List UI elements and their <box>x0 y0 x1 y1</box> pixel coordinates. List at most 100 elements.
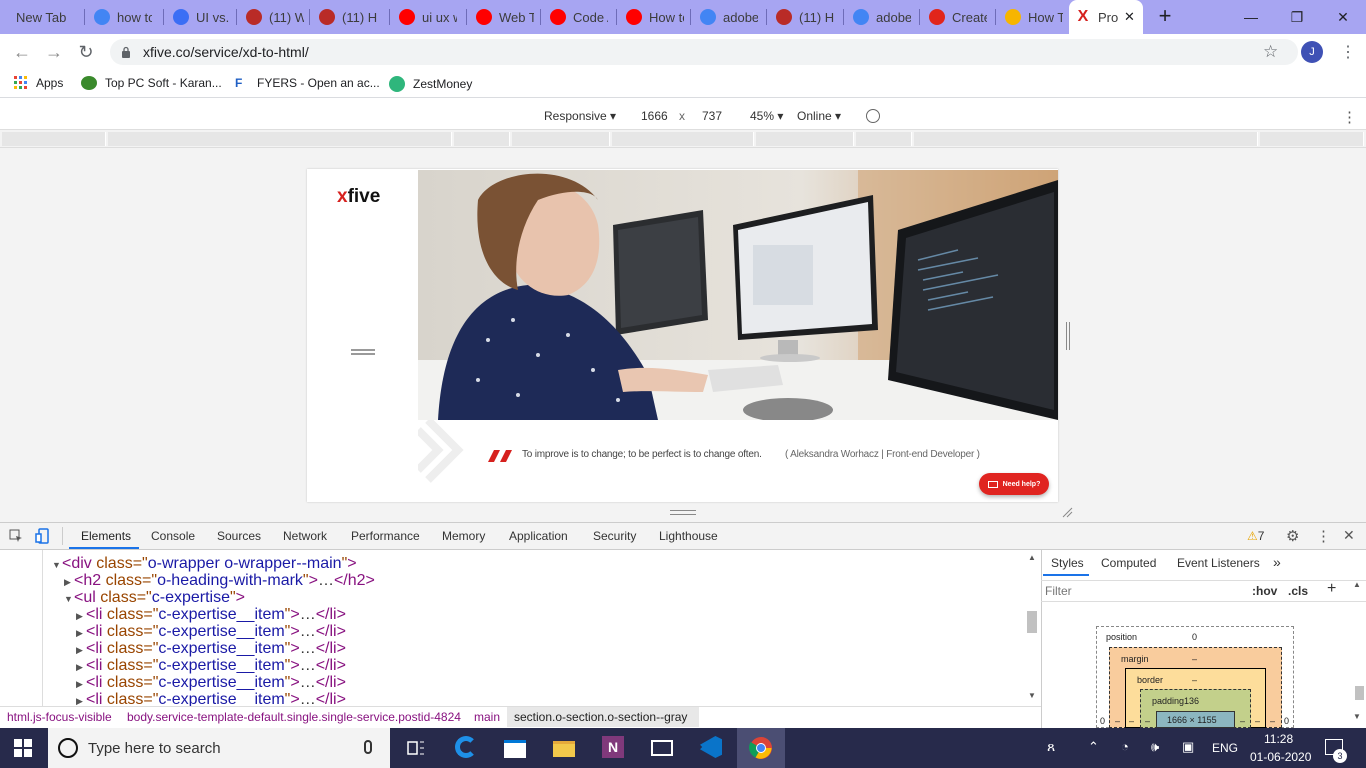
windows-start-icon[interactable] <box>14 739 32 757</box>
devtools-tab-application[interactable]: Application <box>509 529 568 543</box>
height-input[interactable]: 737 <box>702 109 722 123</box>
browser-tab[interactable]: How T <box>999 0 1069 34</box>
browser-tab[interactable]: (11) W <box>240 0 310 34</box>
edge-browser-icon[interactable] <box>455 736 479 760</box>
dom-node[interactable]: ▼<div class="o-wrapper o-wrapper--main"> <box>52 555 357 572</box>
media-query-segment[interactable] <box>612 132 754 146</box>
devtools-tab-console[interactable]: Console <box>151 529 195 543</box>
devtools-tab-security[interactable]: Security <box>593 529 636 543</box>
browser-tab[interactable]: adobe <box>847 0 917 34</box>
volume-icon[interactable]: 🕪 <box>1151 739 1159 755</box>
viewport-resize-handle-bottom[interactable] <box>670 510 696 515</box>
devtools-tab-performance[interactable]: Performance <box>351 529 420 543</box>
browser-tab[interactable]: adobe <box>694 0 764 34</box>
media-query-segment[interactable] <box>914 132 1258 146</box>
devtools-tab-elements[interactable]: Elements <box>81 529 131 543</box>
breadcrumb-body[interactable]: body.service-template-default.single.sin… <box>127 710 461 724</box>
mail-app-icon[interactable] <box>651 736 675 760</box>
browser-tab[interactable]: Code A <box>544 0 614 34</box>
bookmark-zestmoney[interactable]: ZestMoney <box>389 76 472 92</box>
bookmark-fyers[interactable]: F FYERS - Open an ac... <box>235 76 380 90</box>
vscode-icon[interactable] <box>700 736 724 760</box>
elements-scrollbar[interactable]: ▲ ▼ <box>1026 553 1038 703</box>
browser-tab[interactable]: How to <box>620 0 690 34</box>
media-query-segment[interactable] <box>454 132 510 146</box>
width-input[interactable]: 1666 <box>641 109 668 123</box>
dom-node[interactable]: ▼<ul class="c-expertise"> <box>64 589 245 606</box>
network-throttle-select[interactable]: Online ▾ <box>797 109 841 123</box>
media-query-segment[interactable] <box>2 132 106 146</box>
device-toggle-icon[interactable] <box>35 528 51 544</box>
zoom-select[interactable]: 45% ▾ <box>750 109 783 123</box>
taskbar-search-box[interactable]: Type here to search <box>48 728 390 768</box>
display-icon[interactable]: ▣ <box>1182 739 1194 755</box>
inspect-element-icon[interactable] <box>9 529 23 543</box>
tab-active[interactable]: X Pro ✕ <box>1069 0 1143 34</box>
language-indicator[interactable]: ENG <box>1212 741 1238 755</box>
hamburger-menu-icon[interactable] <box>351 349 375 355</box>
media-query-segment[interactable] <box>1260 132 1364 146</box>
browser-tab[interactable]: (11) H <box>770 0 840 34</box>
viewport-resize-handle-corner[interactable] <box>1061 505 1073 518</box>
browser-tab[interactable]: Create <box>923 0 993 34</box>
show-hidden-icons[interactable]: ⌃ <box>1088 739 1099 755</box>
dom-node[interactable]: ▶ <li class="c-expertise__item">…</li> <box>76 623 346 640</box>
dom-node[interactable]: ▶ <h2 class="o-heading-with-mark">…</h2> <box>64 572 375 589</box>
devtools-tab-sources[interactable]: Sources <box>217 529 261 543</box>
dom-node[interactable]: ▶ <li class="c-expertise__item">…</li> <box>76 657 346 674</box>
reload-icon[interactable]: ↻ <box>76 42 96 62</box>
media-query-segment[interactable] <box>512 132 610 146</box>
need-help-button[interactable]: Need help? <box>979 473 1049 495</box>
tab-event-listeners[interactable]: Event Listeners <box>1177 556 1260 570</box>
people-icon[interactable]: ጸ <box>1047 738 1055 755</box>
chrome-icon[interactable] <box>749 736 773 760</box>
devtools-tab-lighthouse[interactable]: Lighthouse <box>659 529 718 543</box>
new-tab-button[interactable]: + <box>1152 4 1178 30</box>
close-devtools-icon[interactable]: ✕ <box>1343 527 1355 544</box>
hov-toggle[interactable]: :hov <box>1252 584 1277 598</box>
file-explorer-icon[interactable] <box>553 736 577 760</box>
breadcrumb-section[interactable]: section.o-section.o-section--gray <box>514 710 687 724</box>
styles-scrollbar[interactable]: ▲ ▼ <box>1353 580 1365 728</box>
styles-filter-input[interactable] <box>1045 582 1235 600</box>
media-query-segment[interactable] <box>108 132 452 146</box>
media-query-segment[interactable] <box>856 132 912 146</box>
onenote-icon[interactable]: N <box>602 736 626 760</box>
browser-tab[interactable]: ui ux w <box>393 0 463 34</box>
browser-tab[interactable]: (11) H <box>313 0 383 34</box>
microphone-icon[interactable] <box>364 740 372 754</box>
devtools-tab-memory[interactable]: Memory <box>442 529 485 543</box>
store-icon[interactable] <box>504 736 528 760</box>
minimize-button[interactable]: — <box>1228 0 1274 34</box>
close-window-button[interactable]: ✕ <box>1320 0 1366 34</box>
wifi-icon[interactable]: ◔ <box>1121 739 1129 754</box>
forward-icon[interactable]: → <box>44 42 64 62</box>
star-icon[interactable]: ☆ <box>1263 42 1278 62</box>
xfive-logo[interactable]: xfive <box>337 186 380 208</box>
browser-tab[interactable]: UI vs. U <box>167 0 237 34</box>
browser-tab[interactable]: Web T <box>470 0 540 34</box>
device-more-icon[interactable]: ⋮ <box>1342 108 1357 126</box>
viewport-resize-handle-right[interactable] <box>1066 322 1070 350</box>
device-mode-select[interactable]: Responsive ▾ <box>544 109 616 123</box>
tab-computed[interactable]: Computed <box>1101 556 1156 570</box>
breadcrumb-html[interactable]: html.js-focus-visible <box>7 710 112 724</box>
task-view-icon[interactable] <box>404 736 428 760</box>
bookmark-apps[interactable]: Apps <box>14 76 63 90</box>
dom-node[interactable]: ▶ <li class="c-expertise__item">…</li> <box>76 674 346 691</box>
close-tab-icon[interactable]: ✕ <box>1124 9 1135 25</box>
warnings-counter[interactable]: ⚠7 <box>1247 529 1264 543</box>
rotate-icon[interactable] <box>866 109 880 123</box>
devtools-menu-icon[interactable]: ⋮ <box>1316 527 1331 545</box>
clock-time[interactable]: 11:28 <box>1264 732 1293 746</box>
more-tabs-icon[interactable]: » <box>1273 554 1281 570</box>
maximize-button[interactable]: ❐ <box>1274 0 1320 34</box>
tab-styles[interactable]: Styles <box>1051 556 1084 570</box>
cls-toggle[interactable]: .cls <box>1288 584 1308 598</box>
devtools-tab-network[interactable]: Network <box>283 529 327 543</box>
settings-gear-icon[interactable]: ⚙ <box>1286 527 1299 545</box>
profile-avatar[interactable]: J <box>1301 41 1323 63</box>
bookmark-top-pc-soft[interactable]: Top PC Soft - Karan... <box>81 76 222 90</box>
breadcrumb-main[interactable]: main <box>474 710 500 724</box>
browser-tab[interactable]: how to <box>88 0 158 34</box>
